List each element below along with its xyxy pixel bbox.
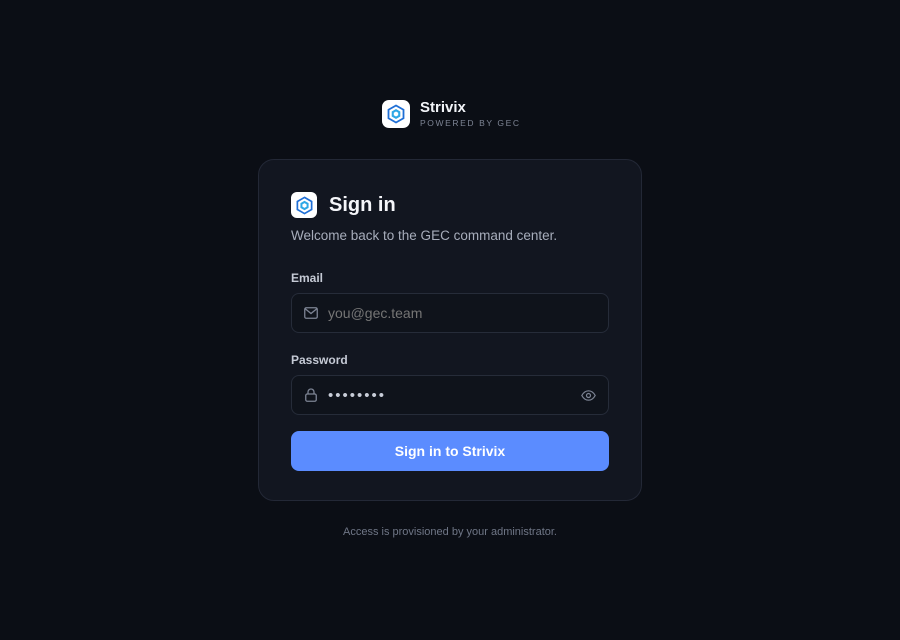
email-label: Email — [291, 271, 324, 285]
email-field-wrapper[interactable] — [291, 293, 609, 333]
sign-in-button[interactable]: Sign in to Strivix — [291, 431, 609, 471]
hexagon-logo-icon — [291, 192, 317, 218]
email-field[interactable] — [328, 305, 558, 321]
mail-icon — [304, 306, 318, 320]
access-note: Access is provisioned by your administra… — [343, 526, 557, 538]
password-label: Password — [291, 353, 348, 367]
brand-name: Strivix — [420, 99, 466, 116]
sign-in-card: Sign in Welcome back to the GEC command … — [258, 159, 642, 501]
eye-icon[interactable] — [581, 388, 596, 403]
password-field-wrapper[interactable] — [291, 375, 609, 415]
lock-icon — [304, 388, 318, 402]
brand-text: Strivix POWERED BY GEC — [420, 99, 521, 129]
brand-header: Strivix POWERED BY GEC — [382, 99, 521, 129]
brand-tagline: POWERED BY GEC — [420, 118, 521, 128]
hexagon-logo-icon — [382, 100, 410, 128]
card-header: Sign in — [291, 192, 609, 218]
card-subtitle: Welcome back to the GEC command center. — [291, 228, 558, 243]
password-field[interactable] — [328, 386, 558, 404]
page-title: Sign in — [329, 193, 396, 216]
